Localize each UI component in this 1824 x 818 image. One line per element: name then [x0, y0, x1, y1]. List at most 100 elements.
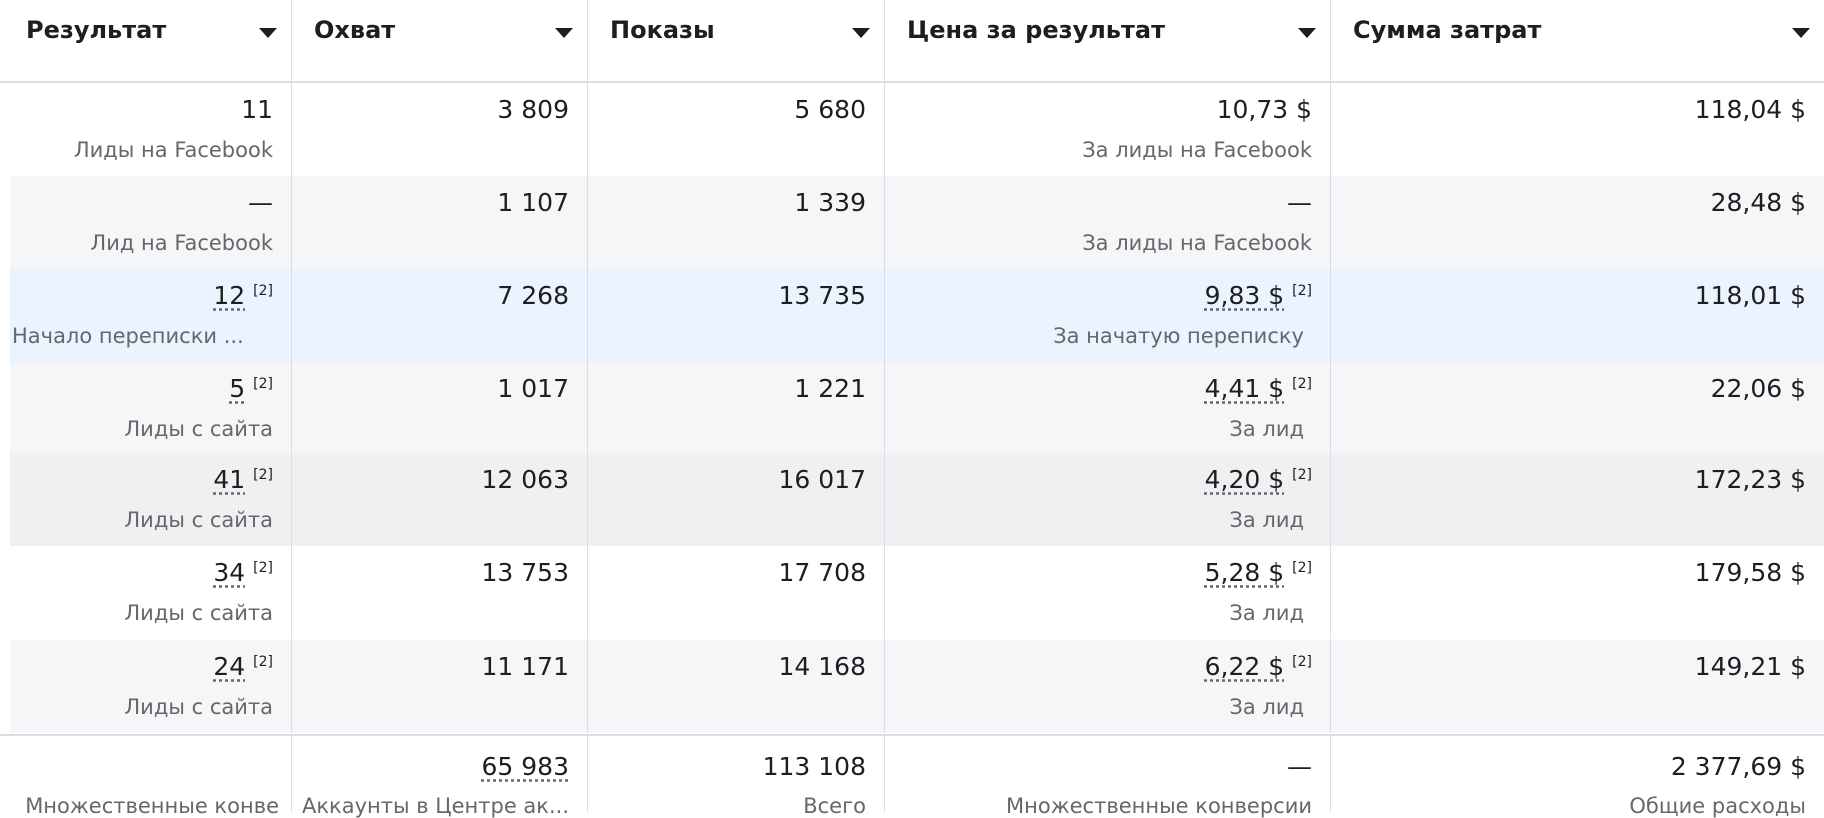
result-cell-subtitle: Лиды на Facebook — [73, 138, 273, 162]
result-cell-value[interactable]: 5 [2] — [229, 374, 273, 403]
impressions-cell-number: 5 680 — [794, 95, 866, 124]
column-header-impressions[interactable]: Показы — [588, 0, 885, 81]
caret-down-icon[interactable] — [852, 28, 870, 38]
totals-result-cell: Множественные конве — [0, 736, 292, 818]
cost-cell-value: — — [1287, 188, 1312, 217]
result-cell-value[interactable]: 12 [2] — [213, 281, 273, 310]
table-row[interactable]: — Лид на Facebook 1 107 1 339 — За лиды на Fa… — [10, 176, 1824, 269]
footnote-marker: [2] — [253, 375, 273, 392]
reach-cell-value: 11 171 — [482, 652, 569, 681]
cost-cell-value[interactable]: 9,83 $ [2] — [1205, 281, 1312, 310]
reach-cell-value: 12 063 — [482, 465, 569, 494]
reach-cell-value: 1 107 — [497, 188, 569, 217]
impressions-cell-value: 14 168 — [779, 652, 866, 681]
spend-cell: 28,48 $ — [1331, 176, 1824, 269]
impressions-cell: 5 680 — [588, 83, 885, 176]
footnote-marker: [2] — [1292, 282, 1312, 299]
caret-down-icon[interactable] — [259, 28, 277, 38]
column-header-label: Охват — [314, 16, 396, 44]
footnote-marker: [2] — [1292, 653, 1312, 670]
table-row[interactable]: 5 [2] Лиды с сайта 1 017 1 221 4,41 $ [2] За ли… — [10, 362, 1824, 455]
footnote-marker: [2] — [1292, 375, 1312, 392]
reach-cell-value: 7 268 — [497, 281, 569, 310]
totals-spend-subtitle: Общие расходы — [1629, 794, 1806, 818]
reach-cell-number: 7 268 — [497, 281, 569, 310]
footnote-marker: [2] — [1292, 559, 1312, 576]
cost-cell-value: 10,73 $ — [1217, 95, 1312, 124]
result-cell-value[interactable]: 24 [2] — [213, 652, 273, 681]
impressions-cell-value: 17 708 — [779, 558, 866, 587]
cost-cell-number: — — [1287, 188, 1312, 217]
impressions-cell: 16 017 — [588, 453, 885, 546]
column-header-label: Цена за результат — [907, 16, 1165, 44]
result-cell: 5 [2] Лиды с сайта — [10, 362, 292, 455]
reach-cell: 11 171 — [292, 640, 588, 733]
spend-cell-value: 179,58 $ — [1695, 558, 1806, 587]
impressions-cell-value: 5 680 — [794, 95, 866, 124]
column-header-amount-spent[interactable]: Сумма затрат — [1331, 0, 1824, 81]
cost-cell-number: 4,41 $ — [1204, 374, 1285, 403]
result-cell-subtitle: Начало переписки ... — [12, 324, 244, 348]
totals-reach-subtitle: Аккаунты в Центре ак... — [302, 794, 569, 818]
totals-reach-value[interactable]: 65 983 — [482, 752, 569, 781]
cost-cell-value[interactable]: 4,41 $ [2] — [1205, 374, 1312, 403]
result-cell-number: 41 — [213, 465, 246, 494]
column-header-label: Показы — [610, 16, 715, 44]
impressions-cell-number: 1 221 — [794, 374, 866, 403]
result-cell-subtitle: Лиды с сайта — [124, 695, 273, 719]
footnote-marker: [2] — [1292, 466, 1312, 483]
reach-cell: 1 107 — [292, 176, 588, 269]
reach-cell-number: 1 107 — [497, 188, 569, 217]
column-header-label: Результат — [26, 16, 167, 44]
impressions-cell-number: 16 017 — [778, 465, 866, 494]
column-header-label: Сумма затрат — [1353, 16, 1542, 44]
totals-result-subtitle: Множественные конве — [25, 794, 279, 818]
cost-cell-value[interactable]: 4,20 $ [2] — [1205, 465, 1312, 494]
caret-down-icon[interactable] — [1792, 28, 1810, 38]
cost-cell: 4,41 $ [2] За лид — [885, 362, 1331, 455]
spend-cell: 118,04 $ — [1331, 83, 1824, 176]
spend-cell-value: 118,04 $ — [1695, 95, 1806, 124]
cost-cell-value[interactable]: 5,28 $ [2] — [1205, 558, 1312, 587]
reach-cell-value: 3 809 — [497, 95, 569, 124]
table-row[interactable]: 24 [2] Лиды с сайта 11 171 14 168 6,22 $ [2] За… — [10, 640, 1824, 733]
table-row[interactable]: 12 [2] Начало переписки ... 7 268 13 735 9,83… — [10, 269, 1824, 362]
result-cell: 24 [2] Лиды с сайта — [10, 640, 292, 733]
footnote-marker: [2] — [253, 282, 273, 299]
table-row[interactable]: 11 Лиды на Facebook 3 809 5 680 10,73 $ За ли… — [10, 83, 1824, 176]
column-header-reach[interactable]: Охват — [292, 0, 588, 81]
spend-cell: 22,06 $ — [1331, 362, 1824, 455]
column-header-cost-per-result[interactable]: Цена за результат — [885, 0, 1331, 81]
table-row[interactable]: 34 [2] Лиды с сайта 13 753 17 708 5,28 $ [2] За… — [10, 546, 1824, 639]
reach-cell-number: 1 017 — [497, 374, 569, 403]
spend-cell: 118,01 $ — [1331, 269, 1824, 362]
cost-cell-number: 10,73 $ — [1216, 95, 1312, 124]
result-cell-value[interactable]: 34 [2] — [213, 558, 273, 587]
table-row[interactable]: 41 [2] Лиды с сайта 12 063 16 017 4,20 $ [2] За… — [10, 453, 1824, 546]
spend-cell-number: 149,21 $ — [1694, 652, 1806, 681]
spend-cell-number: 22,06 $ — [1710, 374, 1806, 403]
caret-down-icon[interactable] — [1298, 28, 1316, 38]
cost-cell-number: 9,83 $ — [1204, 281, 1285, 310]
result-cell: — Лид на Facebook — [10, 176, 292, 269]
result-cell-value: — — [248, 188, 273, 217]
cost-cell-subtitle: За лиды на Facebook — [1082, 138, 1312, 162]
caret-down-icon[interactable] — [555, 28, 573, 38]
totals-impressions-cell: 113 108 Всего — [588, 736, 885, 818]
impressions-cell-value: 1 221 — [794, 374, 866, 403]
spend-cell-value: 22,06 $ — [1711, 374, 1806, 403]
impressions-cell: 13 735 — [588, 269, 885, 362]
cost-cell-number: 4,20 $ — [1204, 465, 1285, 494]
result-cell-value[interactable]: 41 [2] — [213, 465, 273, 494]
cost-cell-subtitle: За лид — [1229, 508, 1304, 532]
result-cell-subtitle: Лиды с сайта — [124, 417, 273, 441]
column-header-result[interactable]: Результат — [0, 0, 292, 81]
result-cell: 12 [2] Начало переписки ... — [10, 269, 292, 362]
reach-cell: 13 753 — [292, 546, 588, 639]
cost-cell-value[interactable]: 6,22 $ [2] — [1205, 652, 1312, 681]
spend-cell-number: 179,58 $ — [1694, 558, 1806, 587]
reach-cell-number: 11 171 — [481, 652, 569, 681]
spend-cell-value: 172,23 $ — [1695, 465, 1806, 494]
footnote-marker: [2] — [253, 653, 273, 670]
impressions-cell: 17 708 — [588, 546, 885, 639]
